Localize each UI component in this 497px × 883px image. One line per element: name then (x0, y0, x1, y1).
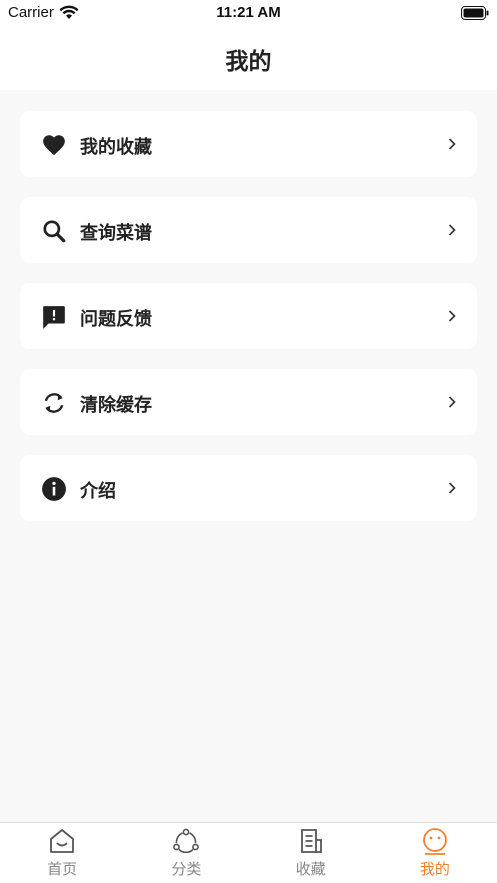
feedback-icon (43, 306, 65, 329)
status-time: 11:21 AM (216, 4, 281, 21)
info-icon (42, 477, 66, 501)
status-bar: Carrier 11:21 AM (0, 0, 497, 26)
search-icon (43, 220, 66, 243)
menu-item-label: 介绍 (80, 481, 116, 502)
tab-category[interactable]: 分类 (124, 823, 248, 883)
page-title: 我的 (225, 49, 272, 75)
smiley-icon (422, 828, 447, 855)
menu-item-favorites[interactable]: 我的收藏 (20, 111, 477, 177)
tab-label: 分类 (171, 860, 202, 878)
tab-label: 我的 (419, 860, 450, 878)
home-icon (50, 829, 75, 853)
tab-mine[interactable]: 我的 (373, 823, 497, 883)
menu-item-label: 我的收藏 (80, 137, 152, 158)
menu-item-clear-cache[interactable]: 清除缓存 (20, 369, 477, 435)
category-icon (173, 828, 200, 854)
menu-list: 我的收藏 查询菜谱 问题反馈 清除缓存 介绍 (20, 111, 477, 541)
chevron-right-icon (448, 482, 456, 494)
menu-item-search-recipes[interactable]: 查询菜谱 (20, 197, 477, 263)
menu-item-feedback[interactable]: 问题反馈 (20, 283, 477, 349)
tab-home[interactable]: 首页 (0, 823, 124, 883)
refresh-icon (44, 393, 64, 413)
tab-bar: 首页 分类 收藏 我的 (0, 822, 497, 883)
battery-icon (461, 6, 489, 20)
chevron-right-icon (448, 310, 456, 322)
chevron-right-icon (448, 138, 456, 150)
menu-item-label: 问题反馈 (80, 309, 152, 330)
tab-label: 首页 (47, 860, 78, 878)
chevron-right-icon (448, 224, 456, 236)
nav-bar: 我的 (0, 26, 497, 90)
tab-label: 收藏 (295, 860, 326, 878)
collection-icon (300, 829, 322, 853)
heart-icon (43, 135, 65, 156)
tab-collection[interactable]: 收藏 (249, 823, 373, 883)
menu-item-introduction[interactable]: 介绍 (20, 455, 477, 521)
chevron-right-icon (448, 396, 456, 408)
menu-item-label: 清除缓存 (80, 395, 152, 416)
menu-item-label: 查询菜谱 (80, 223, 152, 244)
